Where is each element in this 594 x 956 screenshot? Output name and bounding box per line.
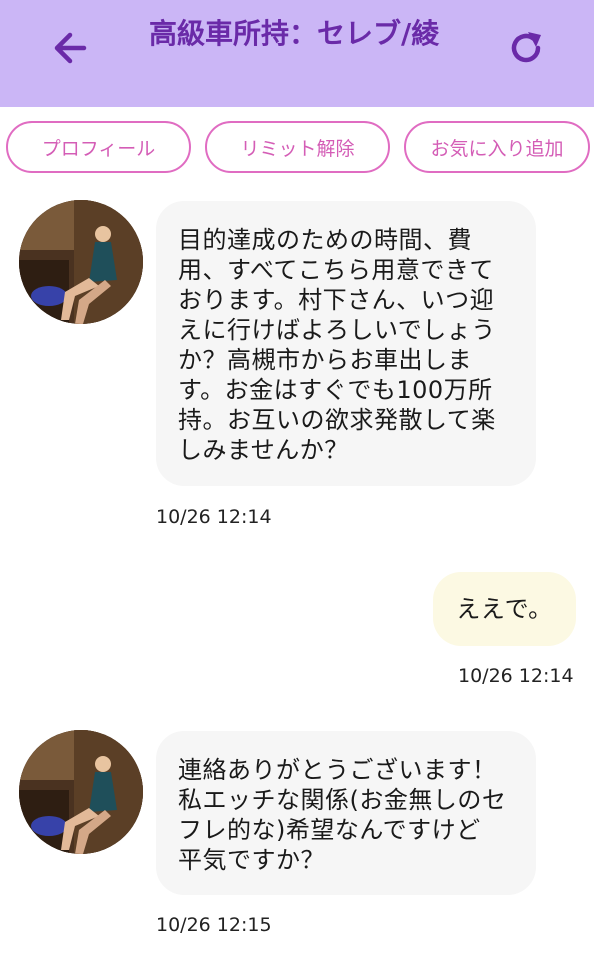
profile-photo-image [19, 200, 143, 324]
back-button[interactable] [46, 24, 94, 72]
message-timestamp: 10/26 12:15 [156, 914, 272, 936]
message-timestamp: 10/26 12:14 [458, 665, 574, 687]
app-header: 高級車所持：セレブ/綾 [0, 0, 594, 107]
avatar[interactable] [19, 200, 143, 324]
refresh-button[interactable] [502, 24, 550, 72]
avatar[interactable] [19, 730, 143, 854]
arrow-left-icon [54, 32, 87, 64]
profile-photo-image [19, 730, 143, 854]
limit-release-button[interactable]: リミット解除 [205, 121, 390, 173]
incoming-message-bubble: 連絡ありがとうございます！ 私エッチな関係(お金無しのセ フレ的な)希望なんです… [156, 731, 536, 895]
outgoing-message-bubble: ええで。 [433, 572, 576, 646]
refresh-icon [511, 32, 541, 63]
profile-button[interactable]: プロフィール [6, 121, 191, 173]
chat-title: 高級車所持：セレブ/綾 [149, 17, 440, 50]
incoming-message-bubble: 目的達成のための時間、費 用、すべてこちら用意できて おります。村下さん、いつ迎… [156, 201, 536, 486]
message-timestamp: 10/26 12:14 [156, 506, 272, 528]
add-favorite-button[interactable]: お気に入り追加 [404, 121, 590, 173]
